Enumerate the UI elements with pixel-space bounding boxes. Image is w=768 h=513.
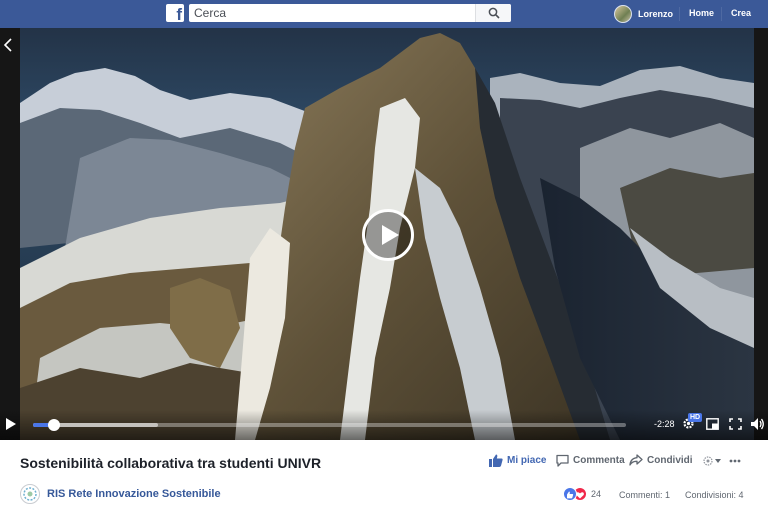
shares-count[interactable]: Condivisioni: 4	[685, 490, 744, 500]
fullscreen-icon[interactable]	[729, 418, 742, 430]
facebook-logo-icon[interactable]: f	[166, 4, 184, 22]
reactions-icon	[703, 456, 721, 466]
time-remaining: -2:28	[654, 419, 675, 429]
progress-scrubber[interactable]	[47, 419, 60, 431]
search-input[interactable]	[189, 4, 479, 22]
share-icon	[629, 454, 643, 466]
top-navigation-bar: f Lorenzo Home Crea	[0, 0, 768, 28]
search-button[interactable]	[475, 4, 511, 22]
like-reaction-icon	[563, 487, 577, 501]
video-title: Sostenibilità collaborativa tra studenti…	[20, 455, 322, 471]
nav-divider	[679, 7, 680, 21]
thumb-up-icon	[489, 454, 503, 467]
profile-link[interactable]: Lorenzo	[614, 3, 673, 25]
video-player[interactable]: -2:28 HD	[0, 28, 768, 440]
comment-label: Commenta	[573, 455, 625, 466]
video-letterbox-right	[754, 28, 768, 440]
like-button[interactable]: Mi piace	[489, 454, 546, 467]
profile-name: Lorenzo	[638, 9, 673, 19]
page-logo-icon	[23, 487, 37, 501]
volume-icon[interactable]	[751, 418, 765, 430]
comment-icon	[556, 454, 569, 467]
video-letterbox-left	[0, 28, 20, 440]
avatar	[614, 5, 632, 23]
reactions-summary[interactable]: 24	[563, 487, 601, 501]
like-label: Mi piace	[507, 455, 547, 466]
play-icon	[382, 225, 399, 245]
play-icon[interactable]	[5, 418, 16, 430]
pip-icon[interactable]	[706, 418, 719, 430]
comments-count[interactable]: Commenti: 1	[619, 490, 670, 500]
share-button[interactable]: Condividi	[629, 454, 693, 466]
video-controls-bar: -2:28 HD	[0, 410, 768, 440]
hd-badge: HD	[688, 413, 703, 422]
search-box	[189, 4, 511, 22]
nav-home-link[interactable]: Home	[689, 8, 714, 18]
play-button[interactable]	[362, 209, 414, 261]
nav-divider	[721, 7, 722, 21]
comment-button[interactable]: Commenta	[556, 454, 625, 467]
progress-bar[interactable]	[33, 419, 626, 431]
more-icon[interactable]	[729, 459, 741, 463]
chevron-left-icon[interactable]	[3, 38, 13, 52]
share-label: Condividi	[647, 454, 693, 466]
search-icon	[488, 7, 500, 19]
page-name-link[interactable]: RIS Rete Innovazione Sostenibile	[47, 488, 221, 500]
nav-create-link[interactable]: Crea	[731, 8, 751, 18]
reactions-selector[interactable]	[703, 456, 723, 466]
page-avatar[interactable]	[20, 484, 40, 504]
reactions-count: 24	[591, 489, 602, 499]
